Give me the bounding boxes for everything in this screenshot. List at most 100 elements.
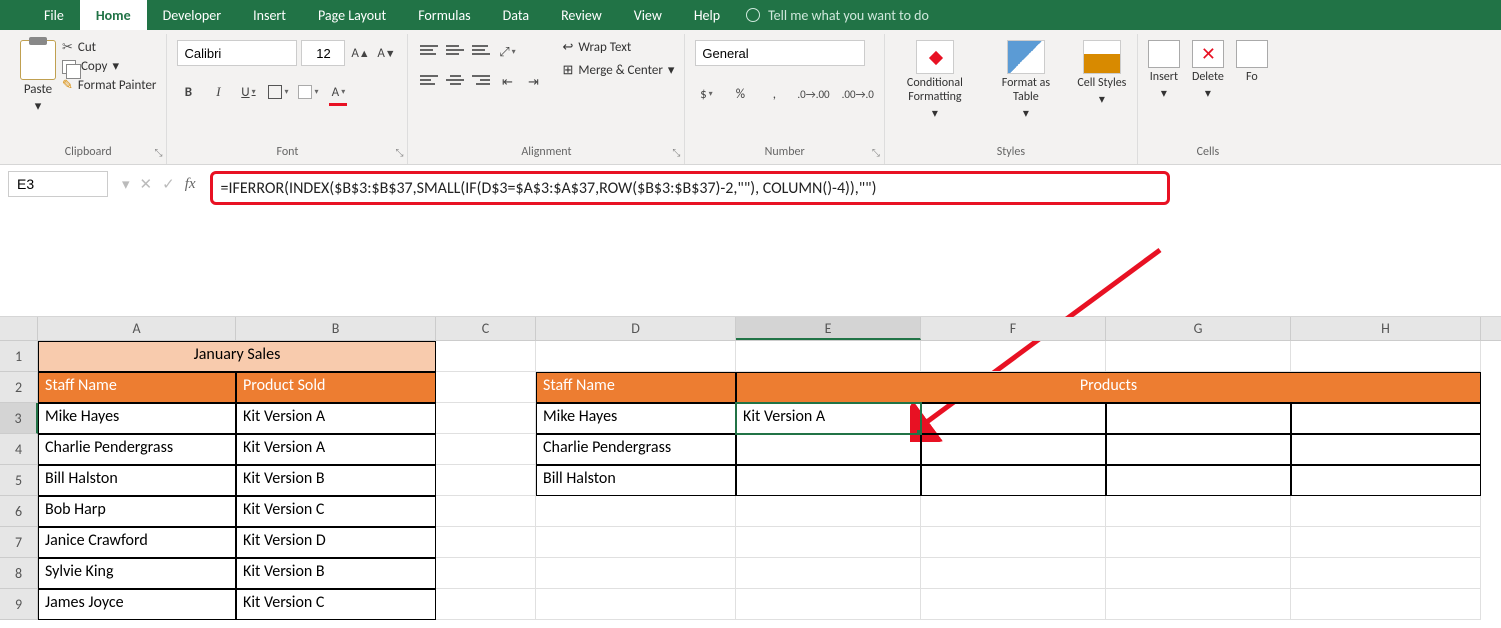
cell[interactable] xyxy=(436,434,536,465)
row-header[interactable]: 5 xyxy=(0,465,38,496)
conditional-formatting-button[interactable]: Conditional Formatting▾ xyxy=(895,40,975,121)
underline-button[interactable]: U▾ xyxy=(237,80,259,104)
merged-header-cell[interactable]: Products xyxy=(736,372,1481,403)
cancel-icon[interactable]: ✕ xyxy=(140,175,153,194)
row-header[interactable]: 7 xyxy=(0,527,38,558)
fill-color-button[interactable]: ▾ xyxy=(297,80,319,104)
font-color-button[interactable]: A▾ xyxy=(327,80,349,104)
tab-help[interactable]: Help xyxy=(678,0,736,30)
wrap-text-button[interactable]: ↩Wrap Text xyxy=(562,40,674,55)
cell[interactable] xyxy=(921,496,1106,527)
cell[interactable]: Janice Crawford xyxy=(38,527,236,558)
cell[interactable] xyxy=(436,496,536,527)
row-header[interactable]: 6 xyxy=(0,496,38,527)
cell[interactable]: James Joyce xyxy=(38,589,236,620)
decrease-indent-button[interactable]: ⇤ xyxy=(496,70,518,94)
row-header[interactable]: 8 xyxy=(0,558,38,589)
cell[interactable]: Kit Version B xyxy=(236,558,436,589)
tab-review[interactable]: Review xyxy=(545,0,618,30)
align-top-button[interactable] xyxy=(418,40,440,60)
col-header-a[interactable]: A xyxy=(38,317,236,340)
cell[interactable] xyxy=(1106,341,1291,372)
col-header-c[interactable]: C xyxy=(436,317,536,340)
cell[interactable]: Kit Version B xyxy=(236,465,436,496)
col-header-g[interactable]: G xyxy=(1106,317,1291,340)
cell[interactable] xyxy=(736,434,921,465)
dialog-launcher-icon[interactable]: ⤡ xyxy=(154,146,162,159)
align-middle-button[interactable] xyxy=(444,40,466,60)
cell[interactable] xyxy=(1106,465,1291,496)
cell[interactable] xyxy=(1106,558,1291,589)
cell[interactable]: Kit Version D xyxy=(236,527,436,558)
paste-button[interactable]: Paste ▾ xyxy=(20,40,56,114)
cell[interactable] xyxy=(1291,527,1481,558)
cell[interactable] xyxy=(436,403,536,434)
row-header[interactable]: 2 xyxy=(0,372,38,403)
align-bottom-button[interactable] xyxy=(470,40,492,60)
cell[interactable] xyxy=(1106,434,1291,465)
cell[interactable] xyxy=(436,589,536,620)
cell[interactable] xyxy=(536,341,736,372)
cell[interactable] xyxy=(436,465,536,496)
align-center-button[interactable] xyxy=(444,70,466,90)
comma-format-button[interactable]: , xyxy=(763,82,785,106)
cell[interactable] xyxy=(736,496,921,527)
cell[interactable]: Bill Halston xyxy=(536,465,736,496)
cell[interactable]: Sylvie King xyxy=(38,558,236,589)
cell[interactable]: Charlie Pendergrass xyxy=(38,434,236,465)
col-header-d[interactable]: D xyxy=(536,317,736,340)
accounting-format-button[interactable]: $▾ xyxy=(695,82,717,106)
cell[interactable] xyxy=(1291,341,1481,372)
col-header-e[interactable]: E xyxy=(736,317,921,340)
enter-icon[interactable]: ✓ xyxy=(162,175,175,194)
font-size-input[interactable] xyxy=(301,40,345,66)
cell[interactable] xyxy=(1291,589,1481,620)
tab-home[interactable]: Home xyxy=(80,0,147,30)
active-cell[interactable]: Kit Version A xyxy=(736,403,921,434)
tab-insert[interactable]: Insert xyxy=(237,0,302,30)
merged-title-cell[interactable]: January Sales xyxy=(38,341,436,372)
cell[interactable] xyxy=(921,403,1106,434)
dialog-launcher-icon[interactable]: ⤡ xyxy=(672,146,680,159)
tab-file[interactable]: File xyxy=(28,0,80,30)
row-header[interactable]: 3 xyxy=(0,403,38,434)
col-header-b[interactable]: B xyxy=(236,317,436,340)
border-button[interactable]: ▾ xyxy=(267,80,289,104)
increase-font-button[interactable]: A▲ xyxy=(349,41,371,65)
select-all-corner[interactable] xyxy=(0,317,38,340)
cell[interactable] xyxy=(436,372,536,403)
cell[interactable] xyxy=(736,589,921,620)
cell[interactable] xyxy=(1106,589,1291,620)
cell[interactable] xyxy=(736,341,921,372)
cell[interactable]: Bob Harp xyxy=(38,496,236,527)
header-cell[interactable]: Product Sold xyxy=(236,372,436,403)
cell-styles-button[interactable]: Cell Styles▾ xyxy=(1077,40,1127,107)
cell[interactable] xyxy=(736,465,921,496)
bold-button[interactable]: B xyxy=(177,80,199,104)
increase-decimal-button[interactable]: .0→.00 xyxy=(797,82,829,106)
orientation-button[interactable]: ⤢▾ xyxy=(496,40,518,64)
delete-cells-button[interactable]: ✕Delete▾ xyxy=(1192,40,1224,101)
cell[interactable] xyxy=(436,527,536,558)
header-cell[interactable]: Staff Name xyxy=(536,372,736,403)
cell[interactable] xyxy=(1291,465,1481,496)
fx-icon[interactable]: fx xyxy=(185,176,196,193)
align-left-button[interactable] xyxy=(418,70,440,90)
increase-indent-button[interactable]: ⇥ xyxy=(522,70,544,94)
cell[interactable] xyxy=(1291,558,1481,589)
decrease-decimal-button[interactable]: .00→.0 xyxy=(842,82,874,106)
cell[interactable] xyxy=(1291,434,1481,465)
dialog-launcher-icon[interactable]: ⤡ xyxy=(395,146,403,159)
cell[interactable] xyxy=(736,527,921,558)
cell[interactable] xyxy=(536,496,736,527)
tab-developer[interactable]: Developer xyxy=(147,0,237,30)
cell[interactable]: Charlie Pendergrass xyxy=(536,434,736,465)
tab-page-layout[interactable]: Page Layout xyxy=(302,0,402,30)
row-header[interactable]: 4 xyxy=(0,434,38,465)
col-header-h[interactable]: H xyxy=(1291,317,1481,340)
cell[interactable]: Mike Hayes xyxy=(38,403,236,434)
cell[interactable] xyxy=(921,527,1106,558)
italic-button[interactable]: I xyxy=(207,80,229,104)
cell[interactable] xyxy=(1106,403,1291,434)
cell[interactable] xyxy=(536,558,736,589)
